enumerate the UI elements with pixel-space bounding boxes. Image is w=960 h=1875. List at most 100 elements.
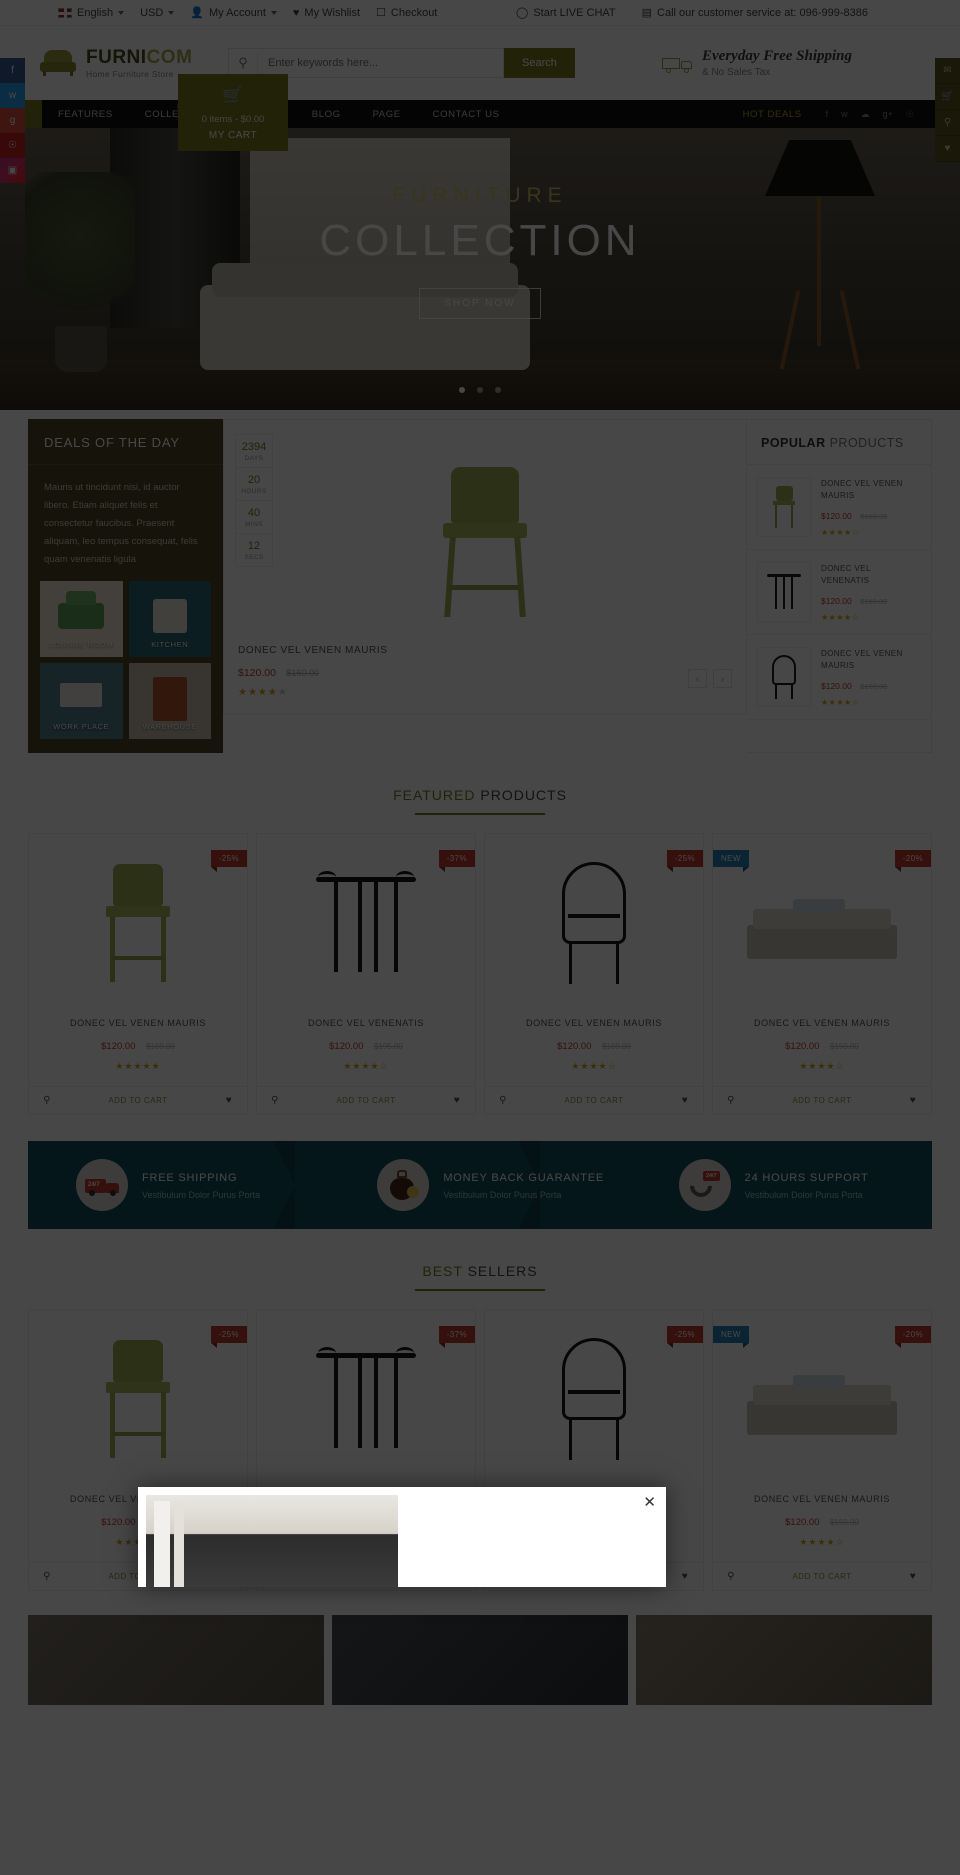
category-tile-warehouse[interactable]: WAREHOUSE bbox=[128, 663, 211, 740]
nav-hot-deals[interactable]: HOT DEALS bbox=[743, 109, 802, 120]
my-account-label: My Account bbox=[209, 6, 266, 19]
wishlist-heart-icon[interactable]: ♥ bbox=[895, 1095, 931, 1106]
wishlist-heart-icon[interactable]: ♥ bbox=[211, 1095, 247, 1106]
google-plus-icon[interactable]: g+ bbox=[883, 109, 893, 120]
product-image[interactable]: -25% bbox=[485, 1310, 703, 1488]
search-button[interactable]: Search bbox=[504, 48, 575, 78]
checkout-link[interactable]: ☐ Checkout bbox=[376, 6, 438, 20]
cart-icon[interactable]: 🛒 bbox=[935, 84, 960, 110]
quick-view-icon[interactable]: ⚲ bbox=[29, 1095, 65, 1106]
deals-heading: DEALS OF THE DAY bbox=[28, 419, 223, 465]
product-image[interactable]: -25% bbox=[485, 834, 703, 1012]
product-image[interactable]: NEW -20% bbox=[713, 1310, 931, 1488]
google-plus-icon[interactable]: g bbox=[0, 108, 25, 133]
product-image[interactable]: -25% bbox=[29, 1310, 247, 1488]
deal-next-button[interactable]: › bbox=[713, 669, 732, 688]
close-icon[interactable]: ✕ bbox=[643, 1495, 656, 1510]
bottom-tile[interactable] bbox=[636, 1615, 932, 1706]
pinterest-icon[interactable]: ☉ bbox=[906, 109, 914, 120]
product-rating-stars: ★★★★☆ bbox=[799, 1537, 845, 1548]
new-ribbon: NEW bbox=[713, 1326, 749, 1349]
add-to-cart-button[interactable]: ADD TO CART bbox=[749, 1096, 895, 1105]
bottom-tile[interactable] bbox=[332, 1615, 628, 1706]
cart-dropdown[interactable]: 🛒 0 items - $0.00 MY CART bbox=[178, 74, 288, 151]
pinterest-icon[interactable]: ☉ bbox=[0, 133, 25, 158]
phone-support-icon: 24/7 bbox=[678, 1159, 731, 1212]
product-card[interactable]: -25% DONEC VEL VENEN MAURIS $120.00 $160… bbox=[28, 833, 248, 1116]
category-tile-kitchen[interactable]: KITCHEN bbox=[128, 581, 211, 658]
product-card[interactable]: NEW -20% DONEC VEL VENEN MAURIS $120.00 … bbox=[712, 1309, 932, 1592]
delivery-truck-icon bbox=[662, 53, 692, 73]
product-card[interactable]: NEW -20% DONEC VEL VENEN MAURIS $120.00 … bbox=[712, 833, 932, 1116]
quick-view-icon[interactable]: ⚲ bbox=[29, 1571, 65, 1582]
twitter-icon[interactable]: w bbox=[0, 83, 25, 108]
table-icon bbox=[767, 572, 801, 612]
site-logo[interactable]: FURNICOM Home Furniture Store bbox=[38, 48, 198, 79]
popular-product-item[interactable]: DONEC VEL VENEN MAURIS $120.00 $160.00 ★… bbox=[747, 635, 931, 720]
twitter-icon[interactable]: w bbox=[841, 109, 848, 120]
nav-item-blog[interactable]: BLOG bbox=[296, 109, 357, 120]
service-24h-support: 24/7 24 HOURS SUPPORT Vestibulum Dolor P… bbox=[631, 1159, 932, 1212]
my-account-link[interactable]: 👤 My Account bbox=[190, 6, 277, 19]
slider-dot-3[interactable] bbox=[495, 387, 502, 393]
shop-now-button[interactable]: SHOP NOW bbox=[419, 288, 541, 319]
nav-item-contact-us[interactable]: CONTACT US bbox=[417, 109, 516, 120]
wishlist-heart-icon[interactable]: ♥ bbox=[667, 1571, 703, 1582]
facebook-icon[interactable]: f bbox=[0, 58, 25, 83]
search-input[interactable] bbox=[257, 53, 503, 73]
instagram-icon[interactable]: ▣ bbox=[0, 158, 25, 183]
add-to-cart-button[interactable]: ADD TO CART bbox=[293, 1096, 439, 1105]
product-image[interactable]: -25% bbox=[29, 834, 247, 1012]
side-tools-bar: ✉ 🛒 ⚲ ♥ bbox=[935, 58, 960, 162]
quick-view-icon[interactable]: ⚲ bbox=[485, 1095, 521, 1106]
facebook-icon[interactable]: f bbox=[826, 109, 829, 120]
popular-product-item[interactable]: DONEC VEL VENENATIS $120.00 $160.00 ★★★★… bbox=[747, 550, 931, 635]
product-card[interactable]: -37% DONEC VEL VENENATIS $120.00 $195.00… bbox=[256, 833, 476, 1116]
add-to-cart-button[interactable]: ADD TO CART bbox=[749, 1572, 895, 1581]
add-to-cart-button[interactable]: ADD TO CART bbox=[65, 1096, 211, 1105]
product-name: DONEC VEL VENEN MAURIS bbox=[526, 1018, 662, 1029]
quick-view-icon[interactable]: ⚲ bbox=[257, 1095, 293, 1106]
search-icon[interactable]: ⚲ bbox=[935, 110, 960, 136]
popular-product-item[interactable]: DONEC VEL VENEN MAURIS $120.00 $160.00 ★… bbox=[747, 465, 931, 550]
wishlist-heart-icon[interactable]: ♥ bbox=[439, 1095, 475, 1106]
nav-item-page[interactable]: PAGE bbox=[357, 109, 417, 120]
language-selector[interactable]: English bbox=[58, 7, 125, 19]
product-price: $120.00 bbox=[821, 595, 852, 606]
checkout-label: Checkout bbox=[390, 6, 438, 19]
quick-view-icon[interactable]: ⚲ bbox=[713, 1095, 749, 1106]
deals-section: DEALS OF THE DAY Mauris ut tincidunt nis… bbox=[0, 419, 960, 754]
wishlist-heart-icon[interactable]: ♥ bbox=[895, 1571, 931, 1582]
product-image[interactable]: NEW -20% bbox=[713, 834, 931, 1012]
mail-icon[interactable]: ✉ bbox=[935, 58, 960, 84]
nav-label: CONTACT US bbox=[432, 108, 500, 120]
popup-modal[interactable]: ✕ bbox=[138, 1487, 666, 1587]
product-actions: ⚲ ADD TO CART ♥ bbox=[713, 1086, 931, 1114]
bottom-tile[interactable] bbox=[28, 1615, 324, 1706]
currency-selector[interactable]: USD bbox=[140, 7, 175, 19]
add-to-cart-button[interactable]: ADD TO CART bbox=[521, 1096, 667, 1105]
category-tile-lounge-room[interactable]: LOUNGE ROOM bbox=[40, 581, 123, 658]
wishlist-heart-icon[interactable]: ♥ bbox=[667, 1095, 703, 1106]
deal-product-image[interactable] bbox=[224, 442, 746, 642]
live-chat-link[interactable]: ◯ Start LIVE CHAT bbox=[516, 6, 616, 20]
my-wishlist-link[interactable]: ♥ My Wishlist bbox=[293, 7, 360, 19]
deal-prev-button[interactable]: ‹ bbox=[688, 669, 707, 688]
rss-icon[interactable]: ☁ bbox=[861, 109, 870, 120]
service-money-back: MONEY BACK GUARANTEE Vestibulum Dolor Pu… bbox=[329, 1159, 630, 1212]
slider-dot-1[interactable] bbox=[458, 387, 465, 393]
product-card[interactable]: -25% DONEC VEL VENEN MAURIS $120.00 $160… bbox=[484, 833, 704, 1116]
quick-view-icon[interactable]: ⚲ bbox=[713, 1571, 749, 1582]
slider-dot-2[interactable] bbox=[477, 387, 483, 393]
product-image[interactable]: -37% bbox=[257, 1310, 475, 1488]
product-actions: ⚲ ADD TO CART ♥ bbox=[29, 1086, 247, 1114]
featured-products-grid: -25% DONEC VEL VENEN MAURIS $120.00 $160… bbox=[0, 833, 960, 1116]
category-tile-work-place[interactable]: WORK PLACE bbox=[40, 663, 123, 740]
deal-product-name[interactable]: DONEC VEL VENEN MAURIS bbox=[238, 645, 388, 656]
nav-item-features[interactable]: FEATURES bbox=[42, 109, 129, 120]
product-image[interactable]: -37% bbox=[257, 834, 475, 1012]
heart-icon[interactable]: ♥ bbox=[935, 136, 960, 162]
slider-dots bbox=[0, 380, 960, 398]
deals-description: Mauris ut tincidunt nisi, id auctor libe… bbox=[44, 482, 198, 566]
discount-ribbon: -25% bbox=[210, 850, 247, 873]
